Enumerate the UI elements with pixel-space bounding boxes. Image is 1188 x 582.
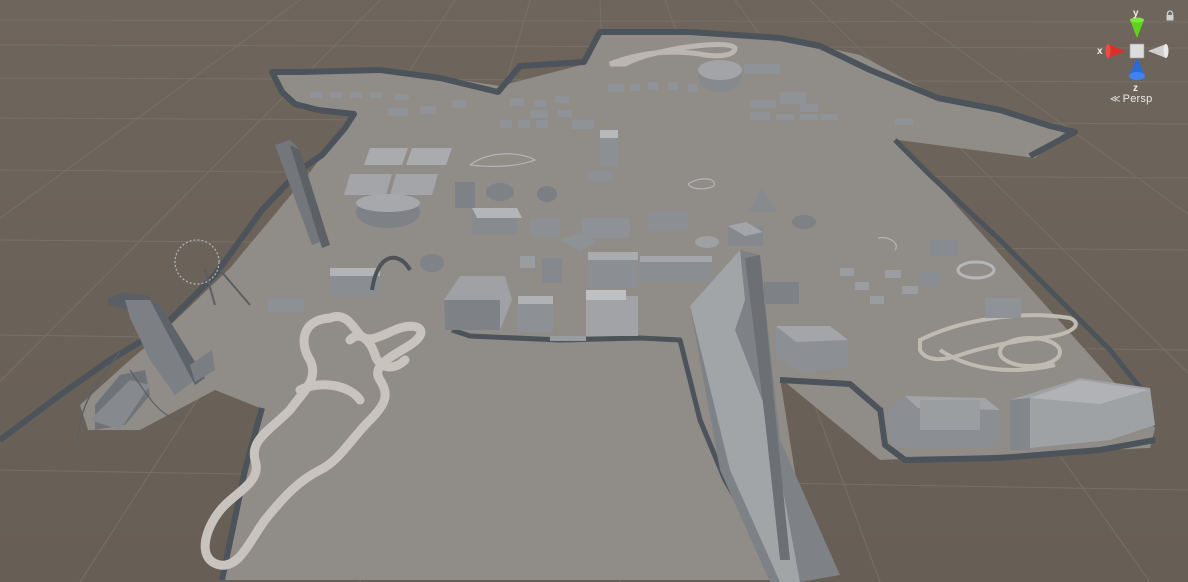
bridge-road[interactable]	[550, 336, 586, 341]
gizmo-axis-label-y: y	[1133, 8, 1139, 19]
scene-viewport[interactable]	[0, 0, 1188, 582]
gizmo-cone-y-icon[interactable]	[1130, 17, 1144, 39]
gizmo-cone-neg-x-icon[interactable]	[1148, 44, 1169, 58]
perspective-lines-icon: ≪	[1110, 94, 1121, 105]
lock-icon[interactable]	[1164, 10, 1176, 22]
gizmo-cone-x-icon[interactable]	[1105, 44, 1127, 58]
gizmo-cone-z-icon[interactable]	[1129, 58, 1145, 80]
projection-label: Persp	[1122, 93, 1153, 105]
gizmo-axis-label-x: x	[1097, 46, 1103, 57]
gizmo-center-cube-icon[interactable]	[1129, 43, 1145, 59]
projection-toggle[interactable]: ≪ Persp	[1110, 93, 1152, 105]
